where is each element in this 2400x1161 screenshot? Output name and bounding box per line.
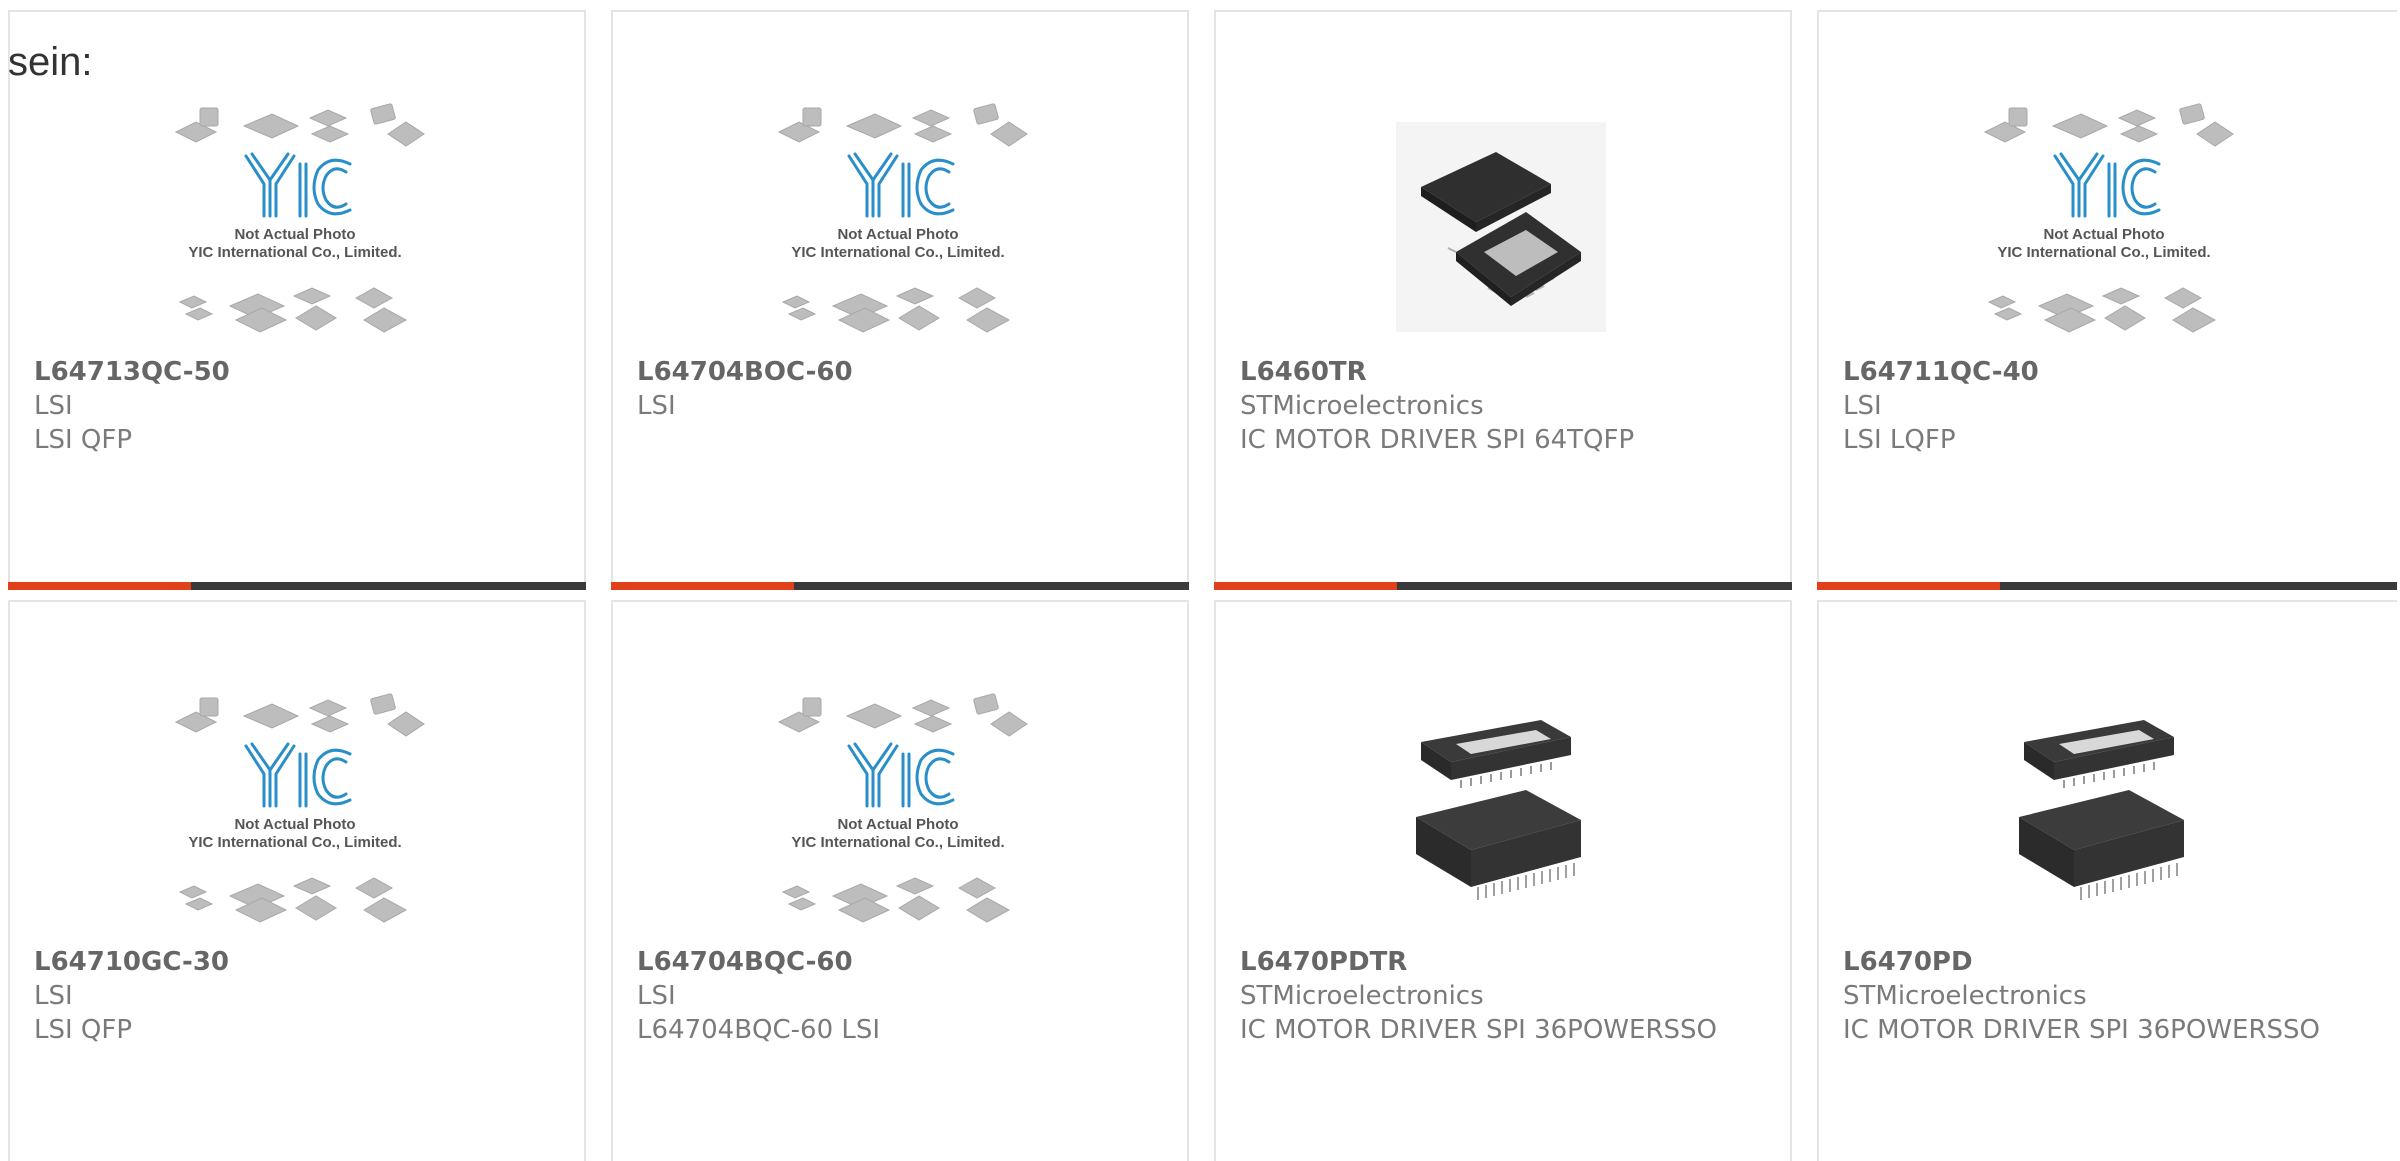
product-row-2: Not Actual Photo YIC International Co., L…: [8, 600, 2400, 1161]
manufacturer: STMicroelectronics: [1843, 981, 2087, 1011]
manufacturer: LSI: [1843, 391, 1882, 421]
product-description: IC MOTOR DRIVER SPI 36POWERSSO: [1240, 1015, 1717, 1045]
product-listing-page: sein: Not Actual Photo YIC International …: [0, 0, 2400, 1161]
card-accent-strip: [1214, 582, 1397, 590]
part-number-link[interactable]: L64710GC-30: [34, 945, 564, 979]
card-footer-bar: [1214, 582, 1792, 590]
part-number-link[interactable]: L6470PDTR: [1240, 945, 1770, 979]
product-grid: Not Actual Photo YIC International Co., L…: [8, 10, 2400, 1161]
yic-placeholder-image: Not Actual PhotoYIC International Co., L…: [777, 101, 1029, 334]
product-thumbnail[interactable]: [1366, 682, 1636, 952]
product-info: L64704BOC-60 LSI: [637, 355, 1167, 423]
product-description: IC MOTOR DRIVER SPI 36POWERSSO: [1843, 1015, 2320, 1045]
manufacturer: LSI: [637, 391, 676, 421]
product-description: IC MOTOR DRIVER SPI 64TQFP: [1240, 425, 1635, 455]
manufacturer: LSI: [34, 981, 73, 1011]
product-description: LSI QFP: [34, 425, 133, 455]
yic-placeholder-image: Not Actual PhotoYIC International Co., L…: [777, 691, 1029, 924]
yic-placeholder-image: Not Actual PhotoYIC International Co., L…: [1983, 101, 2235, 334]
powersso-chip-photo: [2018, 719, 2185, 901]
product-card[interactable]: Not Actual Photo YIC International Co., L…: [1817, 10, 2397, 590]
yic-placeholder-image: Not Actual PhotoYIC International Co., L…: [174, 101, 426, 334]
product-description: LSI QFP: [34, 1015, 133, 1045]
product-thumbnail[interactable]: [1969, 682, 2239, 952]
product-card[interactable]: Not Actual Photo YIC International Co., L…: [8, 10, 586, 590]
product-description: LSI LQFP: [1843, 425, 1956, 455]
manufacturer: STMicroelectronics: [1240, 981, 1484, 1011]
product-thumbnail[interactable]: [1366, 92, 1636, 362]
product-thumbnail[interactable]: Not Actual Photo YIC International Co., L…: [763, 92, 1033, 362]
powersso-chip-photo: [1415, 719, 1582, 901]
product-card[interactable]: Not Actual Photo YIC International Co., L…: [611, 600, 1189, 1161]
product-info: L6470PD STMicroelectronics IC MOTOR DRIVER…: [1843, 945, 2377, 1047]
product-thumbnail[interactable]: Not Actual Photo YIC International Co., L…: [763, 682, 1033, 952]
placeholder-caption-line1: Not Actual Photo: [837, 816, 958, 833]
placeholder-caption-line2: YIC International Co., Limited.: [1997, 244, 2210, 261]
part-number-link[interactable]: L6470PD: [1843, 945, 2377, 979]
product-description: L64704BQC-60 LSI: [637, 1015, 881, 1045]
tqfp-chip-photo: [1395, 121, 1607, 333]
placeholder-caption-line1: Not Actual Photo: [234, 816, 355, 833]
product-card[interactable]: L6470PDTR STMicroelectronics IC MOTOR DRIV…: [1214, 600, 1792, 1161]
part-number-link[interactable]: L64711QC-40: [1843, 355, 2377, 389]
card-accent-strip: [1817, 582, 2000, 590]
part-number-link[interactable]: L6460TR: [1240, 355, 1770, 389]
product-card[interactable]: L6460TR STMicroelectronics IC MOTOR DRIVER…: [1214, 10, 1792, 590]
part-number-link[interactable]: L64704BQC-60: [637, 945, 1167, 979]
product-thumbnail[interactable]: Not Actual Photo YIC International Co., L…: [1969, 92, 2239, 362]
product-card[interactable]: Not Actual Photo YIC International Co., L…: [8, 600, 586, 1161]
product-info: L64704BQC-60 LSI L64704BQC-60 LSI: [637, 945, 1167, 1047]
placeholder-caption-line1: Not Actual Photo: [234, 226, 355, 243]
product-card[interactable]: L6470PD STMicroelectronics IC MOTOR DRIVER…: [1817, 600, 2397, 1161]
card-accent-strip: [611, 582, 794, 590]
product-info: L6460TR STMicroelectronics IC MOTOR DRIVER…: [1240, 355, 1770, 457]
card-accent-strip: [8, 582, 191, 590]
product-info: L6470PDTR STMicroelectronics IC MOTOR DRIV…: [1240, 945, 1770, 1047]
manufacturer: LSI: [637, 981, 676, 1011]
card-footer-bar: [611, 582, 1189, 590]
part-number-link[interactable]: L64704BOC-60: [637, 355, 1167, 389]
placeholder-caption-line2: YIC International Co., Limited.: [188, 244, 401, 261]
heading-fragment: sein:: [8, 40, 93, 84]
product-info: L64710GC-30 LSI LSI QFP: [34, 945, 564, 1047]
card-footer-bar: [8, 582, 586, 590]
product-thumbnail[interactable]: Not Actual Photo YIC International Co., L…: [160, 92, 430, 362]
card-footer-bar: [1817, 582, 2397, 590]
product-thumbnail[interactable]: Not Actual Photo YIC International Co., L…: [160, 682, 430, 952]
product-card[interactable]: Not Actual Photo YIC International Co., L…: [611, 10, 1189, 590]
placeholder-caption-line1: Not Actual Photo: [837, 226, 958, 243]
yic-placeholder-image: Not Actual PhotoYIC International Co., L…: [174, 691, 426, 924]
product-row-1: Not Actual Photo YIC International Co., L…: [8, 10, 2400, 590]
manufacturer: LSI: [34, 391, 73, 421]
product-info: L64713QC-50 LSI LSI QFP: [34, 355, 564, 457]
part-number-link[interactable]: L64713QC-50: [34, 355, 564, 389]
placeholder-caption-line2: YIC International Co., Limited.: [791, 834, 1004, 851]
placeholder-caption-line2: YIC International Co., Limited.: [188, 834, 401, 851]
placeholder-caption-line1: Not Actual Photo: [2043, 226, 2164, 243]
manufacturer: STMicroelectronics: [1240, 391, 1484, 421]
placeholder-caption-line2: YIC International Co., Limited.: [791, 244, 1004, 261]
product-info: L64711QC-40 LSI LSI LQFP: [1843, 355, 2377, 457]
